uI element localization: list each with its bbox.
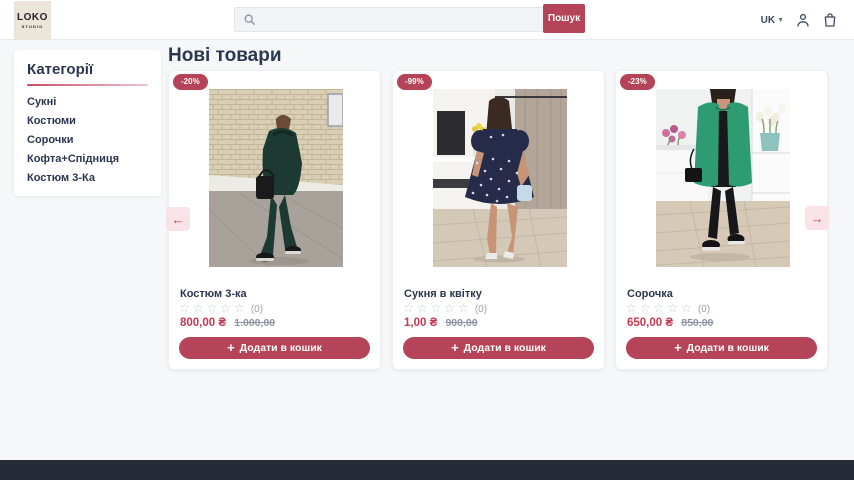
star-icon: ☆ [417, 301, 431, 315]
add-to-cart-button[interactable]: + Додати в кошик [626, 337, 817, 359]
arrow-right-icon: → [811, 212, 824, 225]
star-icon: ☆ [179, 301, 193, 315]
star-icon: ☆ [444, 301, 458, 315]
star-icon: ☆ [431, 301, 445, 315]
product-card: -20% [168, 70, 381, 370]
add-to-cart-label: Додати в кошик [464, 342, 546, 354]
discount-badge: -99% [397, 74, 432, 90]
product-image[interactable] [209, 89, 343, 267]
product-title[interactable]: Костюм 3-ка [180, 288, 247, 300]
rating: ☆☆☆☆☆(0) [626, 301, 710, 317]
product-photo-green-shirt-kitchen [656, 89, 790, 267]
price-row: 1,00 ₴ 900,00 [404, 317, 478, 329]
categories-title: Категорії [27, 61, 148, 78]
product-title[interactable]: Сорочка [627, 288, 673, 300]
rating-count: (0) [251, 304, 263, 315]
logo-text: LOKO [17, 13, 48, 23]
shopping-bag-icon[interactable] [822, 12, 838, 28]
sidebar-item-suit-3piece[interactable]: Костюм 3-Ка [14, 169, 161, 188]
star-icon: ☆ [626, 301, 640, 315]
language-label: UK [761, 15, 775, 26]
header: LOKO STUDIO Пошук UK ▼ [0, 0, 854, 40]
logo[interactable]: LOKO STUDIO [14, 1, 51, 40]
price-row: 800,00 ₴ 1.000,00 [180, 317, 275, 329]
add-to-cart-button[interactable]: + Додати в кошик [179, 337, 370, 359]
plus-icon: + [227, 341, 235, 354]
product-photo-dress-interior [433, 89, 567, 267]
rating-count: (0) [698, 304, 710, 315]
language-selector[interactable]: UK ▼ [761, 15, 784, 26]
product-image[interactable] [656, 89, 790, 267]
add-to-cart-label: Додати в кошик [240, 342, 322, 354]
footer [0, 460, 854, 480]
star-icon: ☆ [234, 301, 248, 315]
star-icon: ☆ [403, 301, 417, 315]
page-title: Нові товари [168, 45, 282, 67]
user-icon[interactable] [795, 12, 811, 28]
rating: ☆☆☆☆☆(0) [403, 301, 487, 317]
discount-badge: -23% [620, 74, 655, 90]
star-icon: ☆ [667, 301, 681, 315]
arrow-left-icon: ← [172, 213, 185, 226]
sidebar-item-sweater-skirt[interactable]: Кофта+Спідниця [14, 150, 161, 169]
star-icon: ☆ [220, 301, 234, 315]
star-icon: ☆ [458, 301, 472, 315]
star-icon: ☆ [654, 301, 668, 315]
search-button[interactable]: Пошук [543, 4, 585, 33]
add-to-cart-button[interactable]: + Додати в кошик [403, 337, 594, 359]
search-input[interactable] [234, 7, 544, 32]
header-actions: UK ▼ [761, 0, 838, 40]
star-icon: ☆ [640, 301, 654, 315]
logo-subtext: STUDIO [22, 25, 44, 29]
categories-panel: Категорії Сукні Костюми Сорочки Кофта+Сп… [14, 50, 161, 196]
title-underline [27, 84, 148, 86]
product-photo-suit-street [209, 89, 343, 267]
current-price: 800,00 ₴ [180, 317, 226, 329]
carousel-next-button[interactable]: → [805, 206, 829, 230]
sidebar-item-shirts[interactable]: Сорочки [14, 131, 161, 150]
sidebar-item-suits[interactable]: Костюми [14, 112, 161, 131]
sidebar-item-dresses[interactable]: Сукні [14, 93, 161, 112]
old-price: 850,00 [681, 317, 713, 329]
discount-badge: -20% [173, 74, 208, 90]
star-icon: ☆ [207, 301, 221, 315]
carousel-prev-button[interactable]: ← [166, 207, 190, 231]
chevron-down-icon: ▼ [777, 17, 784, 24]
rating: ☆☆☆☆☆(0) [179, 301, 263, 317]
product-card: -99% [392, 70, 605, 370]
plus-icon: + [451, 341, 459, 354]
price-row: 650,00 ₴ 850,00 [627, 317, 713, 329]
search-icon [243, 13, 256, 26]
current-price: 650,00 ₴ [627, 317, 673, 329]
search-bar: Пошук [234, 4, 585, 33]
product-card: -23% [615, 70, 828, 370]
product-image[interactable] [433, 89, 567, 267]
star-icon: ☆ [681, 301, 695, 315]
plus-icon: + [674, 341, 682, 354]
old-price: 1.000,00 [234, 317, 275, 329]
current-price: 1,00 ₴ [404, 317, 437, 329]
add-to-cart-label: Додати в кошик [687, 342, 769, 354]
rating-count: (0) [475, 304, 487, 315]
star-icon: ☆ [193, 301, 207, 315]
product-title[interactable]: Сукня в квітку [404, 288, 482, 300]
old-price: 900,00 [445, 317, 477, 329]
